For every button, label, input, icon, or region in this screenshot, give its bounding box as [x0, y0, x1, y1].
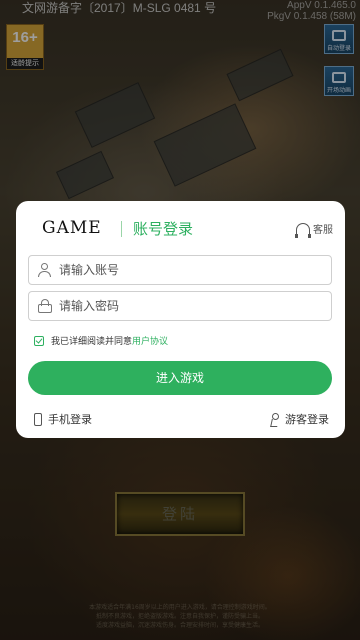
title-divider	[121, 221, 122, 237]
account-input[interactable]	[59, 257, 331, 283]
phone-icon	[34, 412, 42, 426]
dialog-title: 账号登录	[133, 220, 194, 238]
account-field[interactable]	[28, 255, 332, 285]
phone-login-button[interactable]: 手机登录	[34, 411, 92, 427]
headset-icon	[295, 222, 311, 238]
password-input[interactable]	[59, 293, 331, 319]
enter-game-button[interactable]: 进入游戏	[28, 361, 332, 395]
user-icon	[37, 262, 53, 278]
lock-icon	[37, 298, 53, 314]
agreement-row: 我已详细阅读并同意 用户协议	[34, 334, 168, 347]
customer-service-label: 客服	[313, 225, 333, 236]
customer-service-button[interactable]: 客服	[295, 221, 333, 238]
guest-login-button[interactable]: 游客登录	[270, 411, 329, 427]
guest-login-label: 游客登录	[285, 413, 329, 426]
login-dialog: GAME 账号登录 客服 我已详细阅读并同意 用户协议 进入游戏 手机登录 游客…	[16, 201, 345, 438]
agreement-checkbox[interactable]	[34, 335, 44, 346]
phone-login-label: 手机登录	[48, 413, 92, 426]
brand-logo: GAME	[42, 218, 102, 238]
password-field[interactable]	[28, 291, 332, 321]
user-agreement-link[interactable]: 用户协议	[132, 334, 168, 347]
guest-icon	[270, 412, 280, 426]
agreement-text: 我已详细阅读并同意	[51, 337, 133, 347]
